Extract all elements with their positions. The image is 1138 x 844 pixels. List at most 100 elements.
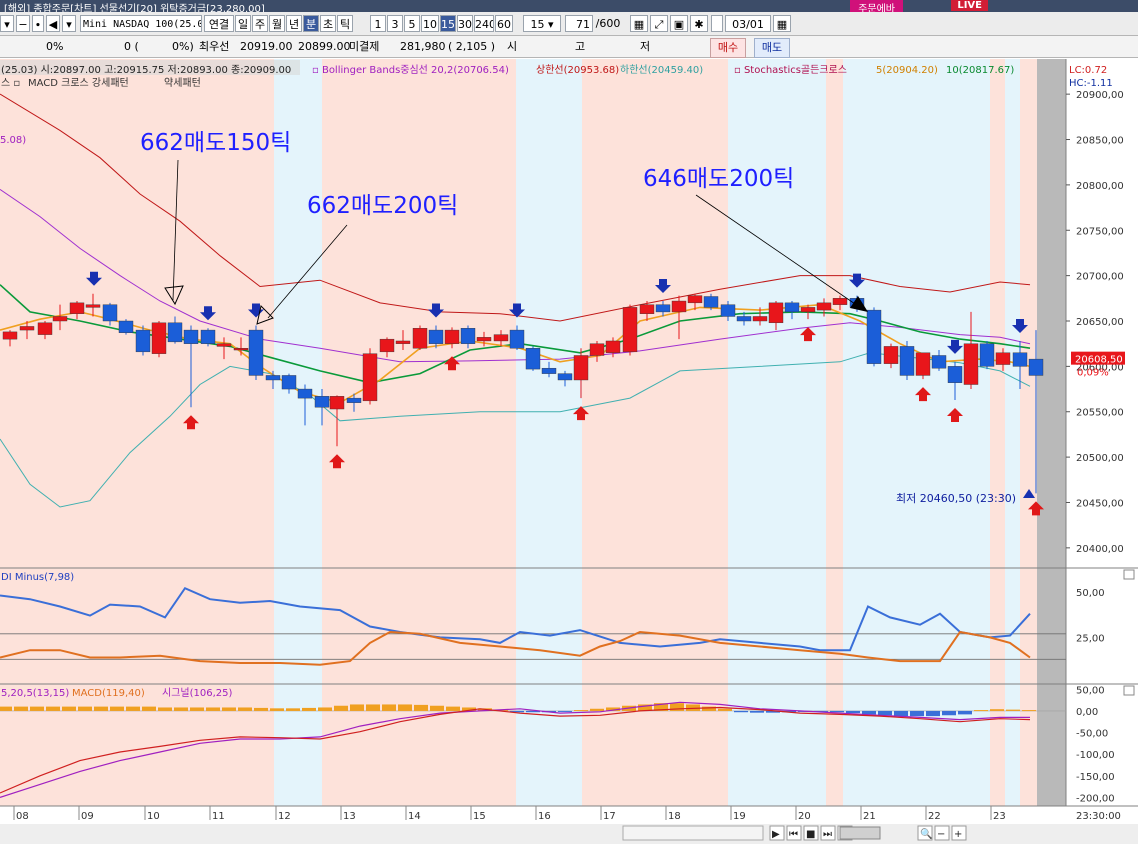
y-tick-label: 20800,00 xyxy=(1076,181,1124,192)
interval-button[interactable]: 3 xyxy=(387,15,403,32)
nav-bar xyxy=(0,824,1138,844)
macd-histogram-bar xyxy=(590,708,604,711)
period-button[interactable]: 초 xyxy=(320,15,336,32)
interval-select[interactable]: 15 ▾ xyxy=(523,15,561,32)
candle xyxy=(248,329,264,376)
speaker-icon[interactable]: ◀ xyxy=(46,15,60,32)
candle xyxy=(509,329,525,349)
pin-icon[interactable]: ∙ xyxy=(32,15,44,32)
calendar-icon[interactable]: ▦ xyxy=(773,15,791,32)
macd-histogram-bar xyxy=(1006,709,1020,711)
macd-histogram-bar xyxy=(302,707,316,711)
interval-button[interactable]: 60 xyxy=(495,15,513,32)
change-pct: 0% xyxy=(46,40,64,53)
macd-histogram-bar xyxy=(894,710,908,717)
macd-histogram-bar xyxy=(910,710,924,717)
interval-button[interactable]: 240 xyxy=(474,15,494,32)
period-button[interactable]: 년 xyxy=(286,15,302,32)
live-badge[interactable]: LIVE xyxy=(951,0,988,11)
macd-histogram-bar xyxy=(574,710,588,712)
macd-histogram-bar xyxy=(222,707,236,711)
count-input[interactable]: 71 xyxy=(565,15,593,32)
candle xyxy=(2,331,18,340)
dropdown-arrow-icon[interactable]: ▾ xyxy=(0,15,14,32)
nav-button-label[interactable]: ▶ xyxy=(772,829,780,840)
y-tick-label: 20500,00 xyxy=(1076,453,1124,464)
macd-histogram-bar xyxy=(286,708,300,711)
period-button[interactable]: 틱 xyxy=(337,15,353,32)
annotation-label: 662매도150틱 xyxy=(140,130,291,156)
macd-histogram-bar xyxy=(366,704,380,711)
nav-button-label[interactable]: ⏭ xyxy=(823,829,832,840)
macd-histogram-bar xyxy=(382,704,396,711)
interval-button[interactable]: 10 xyxy=(421,15,439,32)
date-checkbox[interactable] xyxy=(711,15,723,32)
candle xyxy=(37,322,53,335)
scroll-thumb[interactable] xyxy=(839,826,881,840)
candle xyxy=(281,375,297,390)
order-helper-button[interactable]: 주문에바 xyxy=(850,0,903,12)
candle xyxy=(19,326,35,331)
scale-icon[interactable]: ⤢ xyxy=(650,15,668,32)
macd-tick-label: -200,00 xyxy=(1076,793,1115,804)
x-tick-label: 16 xyxy=(538,811,551,822)
x-tick-label: 17 xyxy=(603,811,616,822)
candle xyxy=(605,340,621,353)
x-time-label: 23:30:00 xyxy=(1076,811,1121,822)
save-icon[interactable]: ▣ xyxy=(670,15,688,32)
period-button[interactable]: 주 xyxy=(252,15,268,32)
grid-icon[interactable]: ▦ xyxy=(630,15,648,32)
buy-button[interactable]: 매수 xyxy=(710,38,746,58)
candle xyxy=(899,346,915,376)
nav-button-label[interactable]: − xyxy=(937,829,945,840)
candle xyxy=(639,304,655,314)
background-zone xyxy=(990,59,1005,806)
interval-button[interactable]: 5 xyxy=(404,15,420,32)
lc-label: LC:0.72 xyxy=(1069,65,1107,76)
candle xyxy=(118,320,134,333)
count-total: /600 xyxy=(595,17,621,30)
x-tick-label: 19 xyxy=(733,811,746,822)
minus-icon[interactable]: − xyxy=(16,15,30,32)
bb-upper-legend: 상한선(20953.68) xyxy=(536,64,619,76)
symbol-input[interactable]: Mini NASDAQ 100(25.0 xyxy=(80,15,202,32)
macd-histogram-bar xyxy=(270,708,284,711)
quote-info-bar: 0% 0 ( 0%) 최우선 20919.00 20899.00 미결제 281… xyxy=(0,36,1138,58)
nav-button-label[interactable]: ⏮ xyxy=(789,829,798,840)
candle xyxy=(947,366,963,383)
macd-histogram-bar xyxy=(750,710,764,713)
macd-histogram-bar xyxy=(62,706,76,711)
interval-button[interactable]: 1 xyxy=(370,15,386,32)
candle xyxy=(931,355,947,369)
y-tick-label: 20750,00 xyxy=(1076,226,1124,237)
candle xyxy=(412,328,428,349)
nav-button-label[interactable]: + xyxy=(954,829,962,840)
nav-button-label[interactable]: ■ xyxy=(806,829,815,840)
interval-button[interactable]: 30 xyxy=(457,15,473,32)
settings-icon[interactable]: ▾ xyxy=(62,15,76,32)
period-button[interactable]: 분 xyxy=(303,15,319,32)
candle xyxy=(589,343,605,356)
interval-button[interactable]: 15 xyxy=(440,15,456,32)
period-button[interactable]: 연결 xyxy=(204,15,234,32)
axis-background xyxy=(1066,59,1138,844)
period-button[interactable]: 일 xyxy=(235,15,251,32)
candle xyxy=(135,329,151,353)
macd-histogram-bar xyxy=(158,707,172,711)
candle xyxy=(1012,352,1028,367)
gear-icon[interactable]: ✱ xyxy=(690,15,708,32)
candle xyxy=(216,343,232,347)
date-input[interactable]: 03/01 xyxy=(725,15,771,32)
weak-pattern-legend: 약세패턴 xyxy=(164,77,201,89)
chart-area[interactable]: 662매도150틱 662매도200틱 646매도200틱 (25.03) 시:208… xyxy=(0,59,1138,844)
candle xyxy=(752,316,768,322)
ma5-legend: 5(20904.20) xyxy=(876,65,938,76)
sell-button[interactable]: 매도 xyxy=(754,38,790,58)
macd-histogram-bar xyxy=(846,710,860,714)
background-zone xyxy=(1005,59,1020,806)
candle xyxy=(151,322,167,354)
period-button[interactable]: 월 xyxy=(269,15,285,32)
macd-histogram-bar xyxy=(190,707,204,711)
candle xyxy=(883,346,899,364)
nav-button-label[interactable]: 🔍 xyxy=(920,827,932,840)
